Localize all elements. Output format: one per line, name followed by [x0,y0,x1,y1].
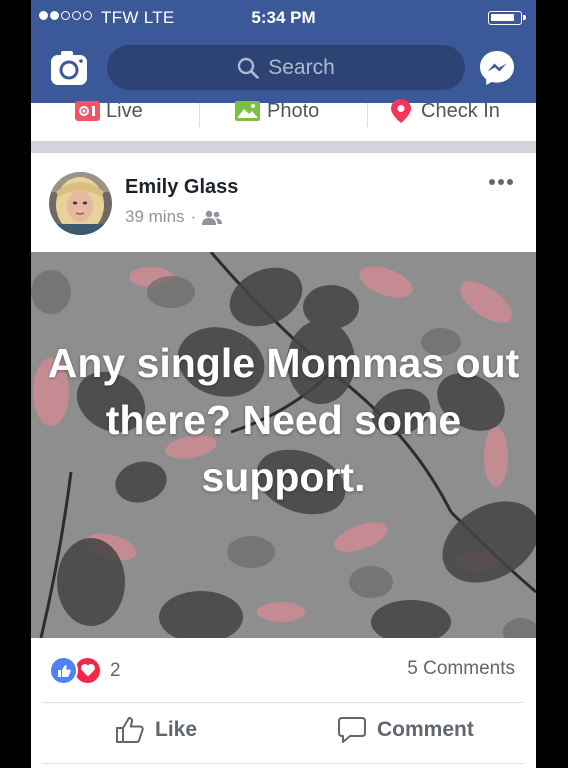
thumbs-up-icon [116,717,144,743]
meta-separator: · [190,207,197,226]
post-image-text: Any single Mommas out there? Need some s… [47,340,520,500]
like-label: Like [155,718,198,741]
check-in-button[interactable]: Check In [391,96,500,126]
live-button[interactable]: Live [75,96,143,126]
comment-icon [338,717,366,743]
divider [199,103,200,127]
live-label: Live [106,99,143,122]
comments-count[interactable]: 5 Comments [407,658,515,680]
check-in-label: Check In [421,99,500,122]
like-reaction-icon [49,656,78,685]
location-pin-icon [391,99,411,123]
live-video-icon [75,101,100,121]
clock: 5:34 PM [251,8,316,27]
author-name[interactable]: Emily Glass [125,176,238,199]
post-meta: 39 mins · [125,207,223,227]
status-bar: TFW LTE 5:34 PM [31,0,536,36]
photo-label: Photo [267,99,320,122]
photo-icon [235,101,260,121]
post-time[interactable]: 39 mins [125,207,185,227]
more-options-icon[interactable] [489,179,513,185]
avatar[interactable] [49,172,112,235]
divider [367,103,368,127]
search-placeholder: Search [268,55,335,79]
divider [43,763,524,764]
friends-icon [202,210,223,225]
facebook-app-screen: TFW LTE 5:34 PM Search Live Photo Check … [31,0,536,768]
feed-separator [31,141,536,153]
top-bar: TFW LTE 5:34 PM Search [31,0,536,103]
battery-icon [488,11,526,25]
search-bar[interactable]: Search [107,45,465,90]
comment-button[interactable]: Comment [337,716,474,744]
camera-icon[interactable] [50,50,88,86]
composer-bar: Live Photo Check In [31,99,536,141]
photo-button[interactable]: Photo [235,96,319,126]
reaction-count: 2 [110,659,121,681]
messenger-icon[interactable] [478,49,516,87]
comment-label: Comment [377,718,474,741]
divider [43,702,524,703]
like-button[interactable]: Like [115,716,197,744]
reactions-summary[interactable]: 2 [49,656,121,685]
search-icon [238,57,260,79]
